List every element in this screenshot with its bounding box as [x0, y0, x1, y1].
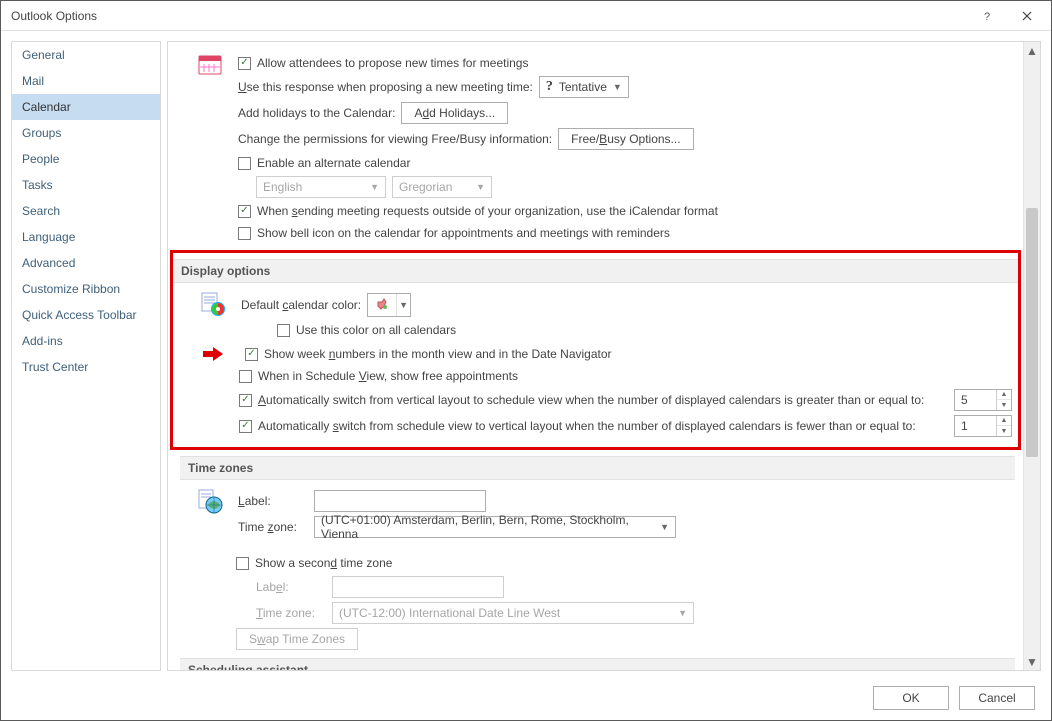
auto-to-schedule-label: Automatically switch from vertical layou…: [258, 393, 924, 407]
chevron-down-icon: ▼: [396, 294, 410, 316]
display-options-header: Display options: [173, 259, 1018, 283]
sidebar-item-calendar[interactable]: Calendar: [12, 94, 160, 120]
auto-to-schedule-spinner[interactable]: 5 ▲▼: [954, 389, 1012, 411]
sidebar-item-qat[interactable]: Quick Access Toolbar: [12, 302, 160, 328]
freebusy-button[interactable]: Free/Busy Options...: [558, 128, 693, 150]
auto-to-vertical-spinner[interactable]: 1 ▲▼: [954, 415, 1012, 437]
tz2-zone-label: Time zone:: [256, 606, 326, 620]
pointer-arrow-icon: [199, 347, 223, 361]
dialog-footer: OK Cancel: [1, 676, 1051, 720]
vertical-scrollbar[interactable]: ▲ ▼: [1023, 42, 1040, 670]
auto-to-schedule-checkbox[interactable]: [239, 394, 252, 407]
default-color-label: Default calendar color:: [241, 298, 361, 312]
sidebar-item-mail[interactable]: Mail: [12, 68, 160, 94]
alt-language-dropdown: English▼: [256, 176, 386, 198]
allow-propose-checkbox[interactable]: [238, 57, 251, 70]
chevron-down-icon: ▼: [613, 82, 622, 92]
sidebar-item-customize-ribbon[interactable]: Customize Ribbon: [12, 276, 160, 302]
bell-icon-checkbox[interactable]: [238, 227, 251, 240]
close-button[interactable]: [1011, 4, 1043, 28]
sidebar-item-addins[interactable]: Add-ins: [12, 328, 160, 354]
swap-time-zones-button: Swap Time Zones: [236, 628, 358, 650]
icalendar-label: When sending meeting requests outside of…: [257, 204, 718, 218]
tz-zone-label: Time zone:: [238, 520, 308, 534]
step-down-icon[interactable]: ▼: [997, 426, 1011, 436]
step-down-icon[interactable]: ▼: [997, 400, 1011, 410]
freebusy-label: Change the permissions for viewing Free/…: [238, 132, 552, 146]
use-color-all-label: Use this color on all calendars: [296, 323, 456, 337]
svg-text:?: ?: [984, 11, 990, 21]
options-dialog: Outlook Options ? General Mail Calendar …: [0, 0, 1052, 721]
alt-calendar-type-dropdown: Gregorian▼: [392, 176, 492, 198]
sidebar-item-people[interactable]: People: [12, 146, 160, 172]
auto-to-vertical-label: Automatically switch from schedule view …: [258, 419, 916, 433]
cancel-button[interactable]: Cancel: [959, 686, 1035, 710]
add-holidays-button[interactable]: Add Holidays...: [401, 102, 508, 124]
sidebar-item-advanced[interactable]: Advanced: [12, 250, 160, 276]
icalendar-checkbox[interactable]: [238, 205, 251, 218]
help-button[interactable]: ?: [971, 4, 1003, 28]
time-zones-icon: [190, 488, 230, 514]
step-up-icon[interactable]: ▲: [997, 416, 1011, 426]
tz2-zone-dropdown: (UTC-12:00) International Date Line West…: [332, 602, 694, 624]
schedule-free-checkbox[interactable]: [239, 370, 252, 383]
show-second-tz-label: Show a second time zone: [255, 556, 392, 570]
show-week-numbers-checkbox[interactable]: [245, 348, 258, 361]
show-week-numbers-label: Show week numbers in the month view and …: [264, 347, 612, 361]
enable-alt-calendar-label: Enable an alternate calendar: [257, 156, 410, 170]
use-color-all-checkbox[interactable]: [277, 324, 290, 337]
scheduling-assistant-header: Scheduling assistant: [180, 658, 1015, 670]
category-sidebar: General Mail Calendar Groups People Task…: [11, 41, 161, 671]
show-second-tz-checkbox[interactable]: [236, 557, 249, 570]
add-holidays-label: Add holidays to the Calendar:: [238, 106, 395, 120]
sidebar-item-language[interactable]: Language: [12, 224, 160, 250]
enable-alt-calendar-checkbox[interactable]: [238, 157, 251, 170]
sidebar-item-general[interactable]: General: [12, 42, 160, 68]
titlebar: Outlook Options ?: [1, 1, 1051, 31]
sidebar-item-tasks[interactable]: Tasks: [12, 172, 160, 198]
response-type-dropdown[interactable]: ? Tentative ▼: [539, 76, 629, 98]
tz2-label-input: [332, 576, 504, 598]
chevron-down-icon: ▼: [660, 522, 669, 532]
tentative-icon: ?: [546, 79, 553, 95]
schedule-free-label: When in Schedule View, show free appoint…: [258, 369, 518, 383]
display-options-icon: [193, 291, 233, 317]
time-zones-header: Time zones: [180, 456, 1015, 480]
auto-to-vertical-checkbox[interactable]: [239, 420, 252, 433]
window-title: Outlook Options: [11, 9, 97, 23]
tz2-label-label: Label:: [256, 580, 326, 594]
step-up-icon[interactable]: ▲: [997, 390, 1011, 400]
display-options-section: Display options Default calendar color:: [170, 250, 1021, 450]
sidebar-item-search[interactable]: Search: [12, 198, 160, 224]
scroll-up-icon[interactable]: ▲: [1024, 42, 1040, 59]
bell-icon-label: Show bell icon on the calendar for appoi…: [257, 226, 670, 240]
default-color-dropdown[interactable]: ▼: [367, 293, 411, 317]
main-panel: Allow attendees to propose new times for…: [167, 41, 1041, 671]
tz-label-input[interactable]: [314, 490, 486, 512]
sidebar-item-groups[interactable]: Groups: [12, 120, 160, 146]
ok-button[interactable]: OK: [873, 686, 949, 710]
tz-label-label: Label:: [238, 494, 308, 508]
scroll-thumb[interactable]: [1026, 208, 1038, 457]
allow-propose-label: Allow attendees to propose new times for…: [257, 56, 528, 70]
sidebar-item-trust-center[interactable]: Trust Center: [12, 354, 160, 380]
tz-zone-dropdown[interactable]: (UTC+01:00) Amsterdam, Berlin, Bern, Rom…: [314, 516, 676, 538]
color-swatch-icon: [368, 296, 396, 315]
response-type-label: Use this response when proposing a new m…: [238, 80, 533, 94]
scroll-down-icon[interactable]: ▼: [1024, 653, 1040, 670]
calendar-options-icon: [190, 52, 230, 78]
